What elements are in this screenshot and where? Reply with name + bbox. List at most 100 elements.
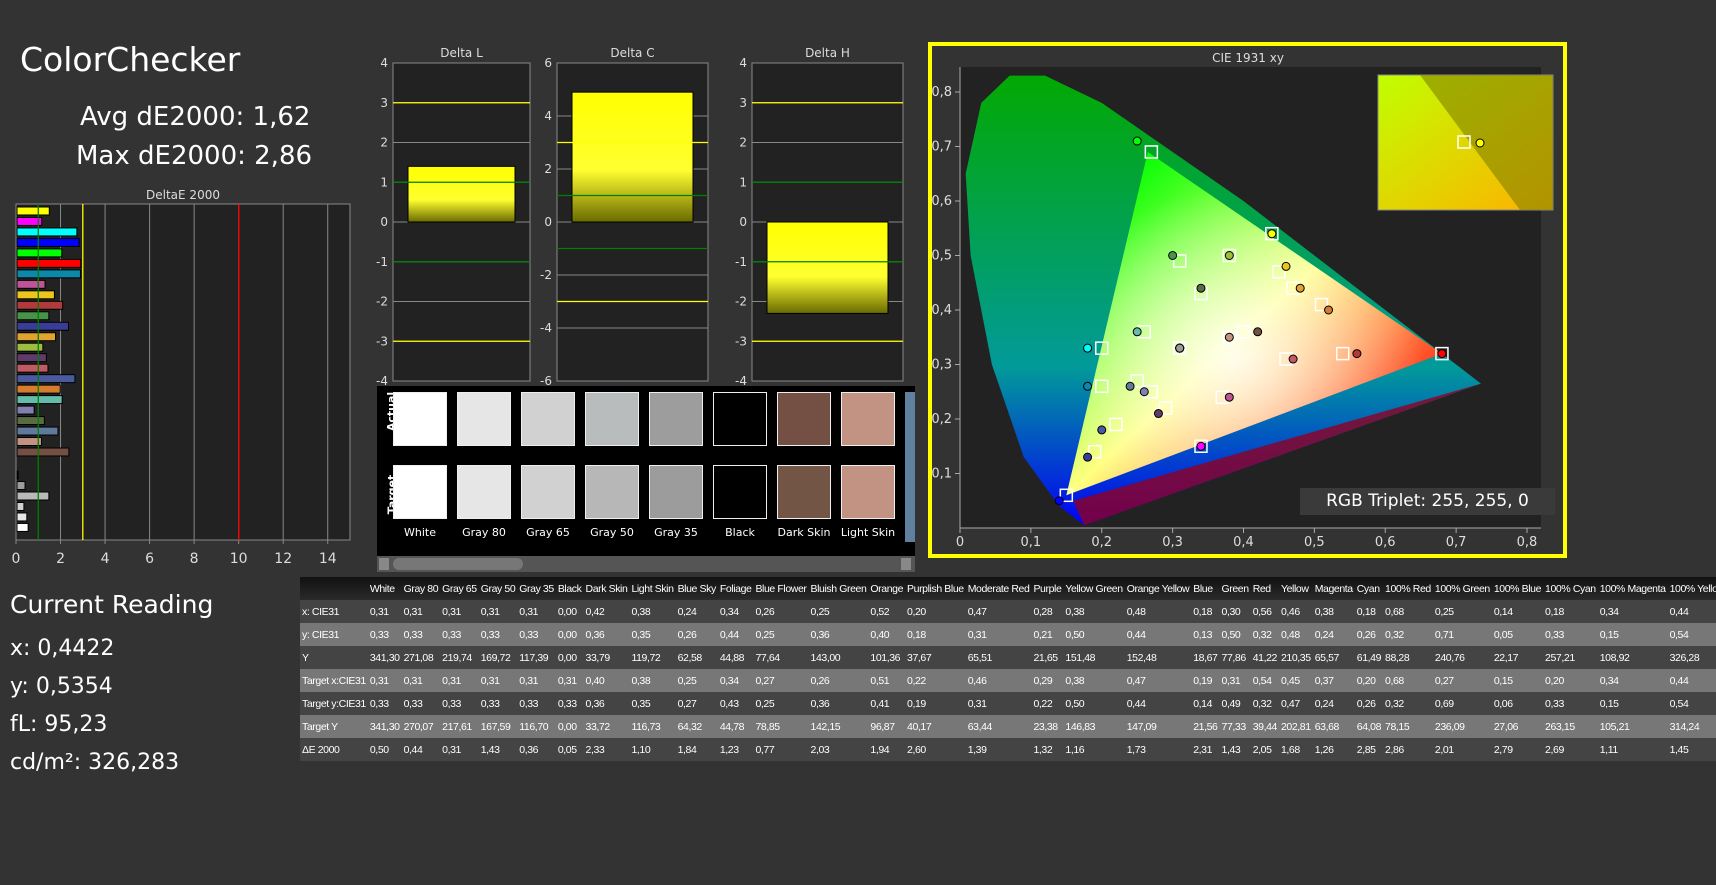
- table-cell: 108,92: [1599, 651, 1630, 664]
- table-cell: 236,09: [1434, 720, 1465, 733]
- table-cell: 169,72: [480, 651, 511, 664]
- column-header: Green: [1221, 582, 1250, 595]
- table-cell: 0,06: [1493, 697, 1513, 710]
- column-header: Foliage: [719, 582, 752, 595]
- table-cell: 0,13: [1193, 628, 1213, 641]
- table-cell: 0,37: [1314, 674, 1334, 687]
- table-cell: 0,38: [1314, 605, 1334, 618]
- measured-marker: [1224, 332, 1234, 342]
- measured-marker: [1281, 261, 1291, 271]
- table-cell: 1,10: [631, 743, 651, 756]
- table-cell: 1,94: [870, 743, 890, 756]
- table-cell: 1,16: [1065, 743, 1085, 756]
- table-cell: 0,22: [907, 674, 926, 687]
- tick-label: 0,1: [931, 467, 952, 482]
- table-cell: 0,33: [1545, 628, 1564, 641]
- table-cell: 0,15: [1599, 628, 1619, 641]
- table-cell: 202,81: [1280, 720, 1311, 733]
- measured-marker: [1097, 425, 1107, 435]
- table-cell: 0,48: [1280, 628, 1300, 641]
- table-cell: 0,28: [1033, 605, 1053, 618]
- table-cell: 0,29: [1033, 674, 1053, 687]
- tick-label: 0,3: [931, 358, 952, 373]
- table-cell: 263,15: [1545, 720, 1575, 733]
- table-cell: 117,39: [519, 651, 549, 664]
- measured-marker: [1253, 327, 1263, 337]
- table-cell: 0,25: [677, 674, 697, 687]
- table-cell: 33,79: [585, 651, 611, 664]
- table-cell: 0,25: [810, 605, 830, 618]
- table-cell: 0,44: [1669, 674, 1689, 687]
- table-cell: 217,61: [442, 720, 472, 733]
- table-cell: 1,45: [1669, 743, 1689, 756]
- table-cell: 2,79: [1493, 743, 1513, 756]
- table-cell: 210,35: [1280, 651, 1311, 664]
- table-cell: 62,58: [677, 651, 703, 664]
- tick-label: 0,6: [1375, 535, 1396, 550]
- table-cell: 2,69: [1545, 743, 1564, 756]
- table-cell: 0,47: [1126, 674, 1146, 687]
- table-cell: 0,33: [480, 628, 500, 641]
- table-cell: 0,14: [1193, 697, 1213, 710]
- table-cell: 77,86: [1221, 651, 1247, 664]
- table-row: y: CIE31 0,33 0,33 0,33 0,33 0,33 0,00 0,36 0,35…: [300, 623, 1716, 646]
- table-cell: 0,44: [403, 743, 423, 756]
- table-cell: 219,74: [442, 651, 472, 664]
- table-cell: 0,31: [1221, 674, 1241, 687]
- column-header: Light Skin: [631, 582, 674, 595]
- measured-marker: [1153, 409, 1163, 419]
- table-cell: 151,48: [1065, 651, 1096, 664]
- table-cell: 341,30: [369, 651, 400, 664]
- table-cell: 143,00: [810, 651, 841, 664]
- column-header: Purplish Blue: [907, 582, 964, 595]
- table-row: Target y:CIE31 0,33 0,33 0,33 0,33 0,33 0,33 0,…: [300, 692, 1716, 715]
- column-header: Moderate Red: [967, 582, 1030, 595]
- tick-label: 0,7: [1446, 535, 1467, 550]
- table-cell: 2,31: [1193, 743, 1213, 756]
- table-cell: 0,05: [557, 743, 577, 756]
- table-cell: 78,15: [1385, 720, 1410, 733]
- table-cell: 0,33: [480, 697, 500, 710]
- table-cell: 0,44: [719, 628, 739, 641]
- table-cell: 0,15: [1599, 697, 1619, 710]
- column-header: Magenta: [1314, 582, 1353, 595]
- tick-label: 0,5: [931, 249, 952, 264]
- column-header: Cyan: [1356, 582, 1380, 595]
- table-cell: 77,33: [1221, 720, 1247, 733]
- column-header: Red: [1252, 582, 1271, 595]
- table-cell: 0,25: [755, 628, 775, 641]
- measured-marker: [1132, 136, 1142, 146]
- table-cell: 23,38: [1033, 720, 1058, 733]
- table-cell: 0,14: [1493, 605, 1513, 618]
- tick-label: 0,2: [931, 412, 952, 427]
- table-cell: 1,73: [1126, 743, 1146, 756]
- table-cell: 0,31: [403, 674, 423, 687]
- table-cell: 96,87: [870, 720, 895, 733]
- measured-marker: [1437, 349, 1447, 359]
- table-cell: 0,40: [585, 674, 605, 687]
- column-header: Orange Yellow: [1126, 582, 1190, 595]
- results-table: White Gray 80 Gray 65 Gray 50 Gray 35 Black Da…: [300, 577, 1716, 761]
- table-cell: 0,00: [557, 628, 577, 641]
- tick-label: 0,6: [931, 194, 952, 209]
- tick-label: 0,8: [1517, 535, 1538, 550]
- table-cell: 0,47: [1280, 697, 1300, 710]
- table-cell: 0,31: [369, 674, 389, 687]
- table-cell: 61,49: [1356, 651, 1382, 664]
- table-cell: 0,24: [677, 605, 697, 618]
- measured-marker: [1196, 441, 1206, 451]
- table-cell: 0,35: [631, 628, 651, 641]
- table-cell: 116,70: [519, 720, 549, 733]
- table-cell: 341,30: [369, 720, 400, 733]
- table-cell: 0,18: [907, 628, 926, 641]
- measured-marker: [1168, 251, 1178, 260]
- table-cell: 1,43: [480, 743, 500, 756]
- table-cell: 0,38: [631, 674, 651, 687]
- table-cell: 1,68: [1280, 743, 1300, 756]
- table-cell: 0,27: [755, 674, 775, 687]
- table-cell: 88,28: [1385, 651, 1410, 664]
- table-cell: 0,15: [1493, 674, 1513, 687]
- tick-label: 0: [956, 535, 964, 550]
- row-label: y: CIE31: [302, 628, 340, 641]
- measured-marker: [1139, 387, 1149, 397]
